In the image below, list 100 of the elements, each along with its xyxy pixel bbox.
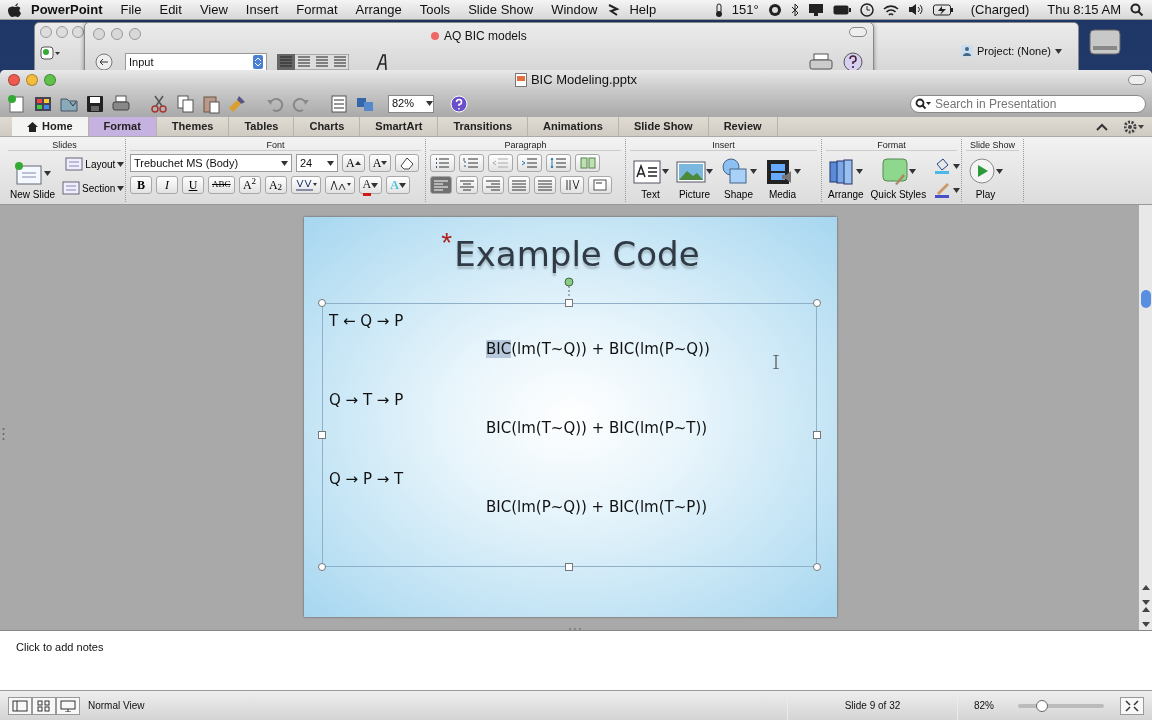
temperature-reading[interactable]: 151°: [722, 0, 768, 20]
toolbar-pill-button[interactable]: [1128, 75, 1146, 85]
menu-item[interactable]: Insert: [236, 0, 288, 20]
vertical-scrollbar[interactable]: [1138, 205, 1152, 630]
font-size-field[interactable]: 24: [296, 154, 338, 172]
window-button[interactable]: [93, 28, 105, 40]
bullets-button[interactable]: [430, 154, 455, 172]
align-left-button[interactable]: [430, 176, 452, 194]
back-icon[interactable]: [95, 53, 113, 71]
ribbon-button[interactable]: Picture: [674, 154, 715, 202]
ribbon-button[interactable]: Arrange: [826, 154, 866, 202]
ribbon-tab[interactable]: Charts: [294, 117, 361, 136]
resize-grip-icon[interactable]: [568, 627, 582, 631]
save-icon[interactable]: [85, 93, 105, 114]
font-style-button[interactable]: A$_{2}$: [264, 176, 287, 194]
ribbon-tab[interactable]: Slide Show: [618, 117, 709, 136]
ribbon-button[interactable]: Media: [762, 154, 803, 202]
align-justify-button[interactable]: [508, 176, 530, 194]
align-center-button[interactable]: [456, 176, 478, 194]
columns-button[interactable]: [575, 154, 600, 172]
scroll-thumb[interactable]: [1141, 290, 1151, 308]
ribbon-tab[interactable]: Transitions: [438, 117, 529, 136]
font-style-button[interactable]: B: [130, 176, 152, 194]
splitter-dots-icon[interactable]: [2, 427, 5, 441]
window-button[interactable]: [111, 28, 123, 40]
toolbar-pill-button[interactable]: [849, 27, 867, 37]
search-field[interactable]: Search in Presentation: [910, 94, 1146, 113]
ribbon-tab[interactable]: Animations: [528, 117, 619, 136]
menu-item[interactable]: Window: [542, 0, 607, 20]
font-color-button[interactable]: A: [358, 176, 383, 194]
resize-handle[interactable]: [813, 299, 821, 307]
copy-icon[interactable]: [175, 93, 195, 114]
menu-item[interactable]: Slide Show: [459, 0, 543, 20]
character-spacing-button[interactable]: [290, 176, 321, 194]
resize-handle[interactable]: [318, 299, 326, 307]
status-circle-icon[interactable]: [767, 2, 782, 17]
align-buttons-icon[interactable]: [277, 54, 349, 70]
battery-charging-icon[interactable]: [932, 4, 953, 17]
battery-status[interactable]: (Charged): [961, 0, 1039, 20]
window-button[interactable]: [56, 26, 68, 38]
collapse-ribbon-icon[interactable]: [1096, 122, 1108, 131]
clear-formatting-button[interactable]: [395, 154, 420, 172]
ribbon-button[interactable]: Quick Styles: [868, 154, 929, 202]
menu-item[interactable]: Help: [620, 0, 666, 20]
ribbon-tab[interactable]: Format: [88, 117, 157, 136]
fit-to-window-button[interactable]: [1120, 696, 1144, 715]
ribbon-tab[interactable]: SmartArt: [360, 117, 439, 136]
style-dropdown[interactable]: Input: [125, 53, 267, 71]
font-style-button[interactable]: U: [182, 176, 204, 194]
font-style-button[interactable]: A$^{2}$: [238, 176, 261, 194]
resize-handle[interactable]: [318, 431, 326, 439]
resize-handle[interactable]: [318, 563, 326, 571]
window-button[interactable]: [72, 26, 84, 38]
project-menu[interactable]: Project: (None): [961, 43, 1062, 60]
menu-item[interactable]: View: [190, 0, 237, 20]
settings-icon[interactable]: [1124, 119, 1144, 134]
font-style-button[interactable]: I: [156, 176, 178, 194]
grow-font-button[interactable]: A: [342, 154, 365, 172]
thermometer-icon[interactable]: [714, 2, 723, 17]
menubar-clock[interactable]: Thu 8:15 AM: [1038, 0, 1130, 20]
ribbon-button[interactable]: Text: [630, 154, 671, 202]
menu-item[interactable]: File: [111, 0, 151, 20]
resize-handle[interactable]: [565, 299, 573, 307]
font-style-button[interactable]: ABC: [208, 176, 235, 194]
volume-icon[interactable]: [907, 3, 924, 16]
new-slide-icon[interactable]: [7, 93, 27, 114]
increase-indent-button[interactable]: [517, 154, 542, 172]
play-button[interactable]: Play: [966, 154, 1005, 202]
align-distributed-button[interactable]: [534, 176, 556, 194]
window-button[interactable]: [40, 26, 52, 38]
clock-icon[interactable]: [859, 2, 874, 17]
search-icon[interactable]: [915, 97, 931, 110]
ribbon-button[interactable]: Layout: [60, 154, 127, 174]
change-case-button[interactable]: [324, 176, 355, 194]
app-name[interactable]: PowerPoint: [22, 0, 112, 20]
paste-icon[interactable]: [201, 93, 221, 114]
new-slide-button[interactable]: New Slide: [8, 154, 58, 202]
wifi-icon[interactable]: [882, 3, 899, 17]
ribbon-tab[interactable]: Home: [12, 117, 89, 136]
font-style-icon[interactable]: [375, 53, 389, 71]
new-item-icon[interactable]: [39, 45, 61, 61]
slide-sorter-button[interactable]: [32, 696, 56, 715]
ribbon-tab[interactable]: Themes: [156, 117, 230, 136]
resize-handle[interactable]: [813, 431, 821, 439]
rotate-handle[interactable]: [564, 277, 574, 297]
battery-icon[interactable]: [832, 5, 851, 16]
brush-icon[interactable]: [227, 93, 247, 114]
ribbon-tab[interactable]: Tables: [229, 117, 295, 136]
scroll-arrows-icon[interactable]: [1141, 584, 1151, 628]
minimize-button[interactable]: [26, 74, 38, 86]
slider-thumb[interactable]: [1036, 699, 1049, 712]
resize-handle[interactable]: [813, 563, 821, 571]
close-button[interactable]: [8, 74, 20, 86]
font-name-field[interactable]: Trebuchet MS (Body): [130, 154, 292, 172]
print-icon[interactable]: [111, 93, 131, 114]
menu-item[interactable]: Tools: [410, 0, 460, 20]
cut-icon[interactable]: [149, 93, 169, 114]
search-icon[interactable]: [1130, 2, 1144, 17]
numbering-button[interactable]: [459, 154, 484, 172]
shrink-font-button[interactable]: A: [368, 154, 392, 172]
